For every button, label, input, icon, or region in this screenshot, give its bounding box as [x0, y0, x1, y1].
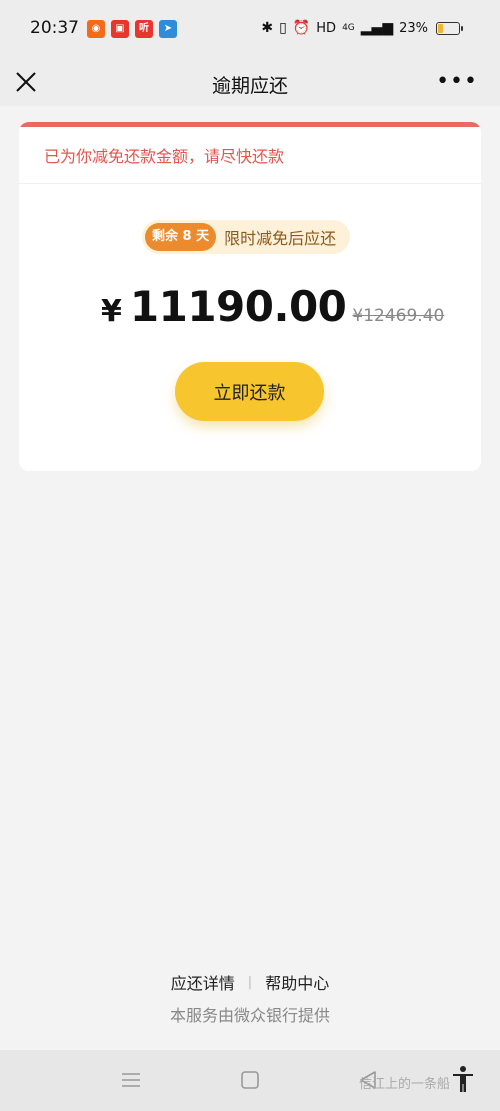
bluetooth-icon: ✱: [261, 20, 274, 36]
more-options-icon[interactable]: •••: [436, 71, 478, 93]
page-title: 逾期应还: [211, 75, 288, 97]
alarm-icon: ⏰: [292, 20, 311, 36]
status-bar: 20:37 ◉ ▣ 听 ➤ ✱ ▯ ⏰ HD 4G ▂▄▆ 23%: [0, 0, 500, 60]
accessibility-icon[interactable]: [450, 1065, 476, 1093]
reduction-notice: 已为你减免还款金额，请尽快还款: [44, 147, 285, 166]
notification-icons: ◉ ▣ 听 ➤: [87, 20, 177, 38]
battery-percent: 23%: [399, 20, 428, 36]
battery-icon: [436, 21, 463, 35]
status-time: 20:37: [30, 18, 79, 38]
hd-label: HD: [316, 20, 337, 36]
repayment-details-link[interactable]: 应还详情: [171, 970, 235, 994]
app-notification-icon: ◉: [87, 20, 105, 38]
navigation-app-icon: ➤: [159, 20, 177, 38]
status-right: ✱ ▯ ⏰ HD 4G ▂▄▆ 23%: [261, 20, 463, 36]
menu-icon[interactable]: [119, 1068, 143, 1092]
footer-separator: |: [247, 974, 253, 990]
service-provider-text: 本服务由微众银行提供: [169, 1006, 330, 1025]
card-accent-line: [19, 122, 481, 127]
days-remaining-badge: 剩余 8 天: [145, 223, 217, 251]
help-center-link[interactable]: 帮助中心: [265, 970, 329, 994]
listen-app-icon: 听: [135, 20, 153, 38]
network-label: 4G: [342, 23, 355, 33]
pill-label: 限时减免后应还: [224, 229, 337, 248]
home-icon[interactable]: [238, 1068, 262, 1092]
vibrate-icon: ▯: [279, 20, 287, 36]
signal-icon: ▂▄▆: [360, 20, 394, 36]
nav-bar: 逾期应还 •••: [0, 60, 500, 106]
amount-row: ¥ 11190.00 ¥12469.40: [101, 282, 444, 331]
amount-due: 11190.00: [129, 282, 347, 331]
shopping-app-icon: ▣: [111, 20, 129, 38]
countdown-pill: 剩余 8 天 限时减免后应还: [142, 220, 351, 254]
footer-links: 应还详情 | 帮助中心: [0, 970, 500, 994]
repayment-card: 已为你减免还款金额，请尽快还款 剩余 8 天 限时减免后应还 ¥ 11190.0…: [19, 122, 481, 471]
divider: [19, 183, 481, 184]
watermark-text: 信江上的一条船: [358, 1077, 450, 1092]
currency-symbol: ¥: [101, 294, 122, 329]
repay-now-button[interactable]: 立即还款: [175, 362, 324, 421]
original-amount: ¥12469.40: [352, 306, 445, 326]
